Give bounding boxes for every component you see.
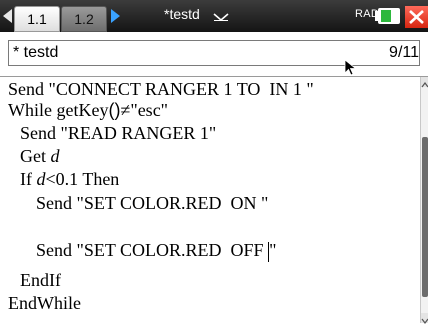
top-bar: 1.1 1.2 *testd RAD [0, 0, 428, 32]
program-title-field: * testd 9/11 [8, 40, 420, 66]
code-line-6[interactable]: Send "SET COLOR.RED ON " [36, 191, 268, 215]
line-position-indicator: 9/11 [389, 44, 419, 61]
program-name: * testd [13, 44, 59, 61]
document-menu-caret-icon[interactable] [213, 13, 229, 21]
code-line-9[interactable]: EndIf [20, 268, 61, 292]
mouse-pointer-icon [344, 59, 357, 76]
code-line-5[interactable]: If d<0.1 Then [20, 167, 119, 191]
code-line-2[interactable]: While getKey()≠"esc" [8, 98, 168, 122]
code-token: Get [20, 146, 51, 166]
tab-1-1[interactable]: 1.1 [14, 6, 60, 32]
close-button[interactable] [405, 6, 428, 28]
code-variable: d [50, 146, 60, 166]
code-token: <0.1 Then [45, 169, 120, 189]
scroll-down-arrow-icon[interactable] [421, 313, 428, 324]
tab-1-2[interactable]: 1.2 [61, 6, 107, 32]
battery-icon [375, 8, 400, 24]
program-editor[interactable]: Send "CONNECT RANGER 1 TO IN 1 " While g… [0, 77, 410, 323]
code-token: " [269, 240, 277, 260]
code-line-4[interactable]: Get d [20, 144, 60, 168]
code-line-3[interactable]: Send "READ RANGER 1" [20, 121, 216, 145]
code-token: Send "SET COLOR.RED OFF [36, 240, 269, 260]
code-token: ≠"esc" [120, 100, 169, 120]
scroll-up-arrow-icon[interactable] [421, 77, 428, 88]
document-title[interactable]: *testd [164, 6, 200, 22]
close-icon [409, 10, 424, 24]
code-variable: d [36, 169, 46, 189]
scrollbar-thumb[interactable] [422, 137, 428, 297]
code-line-8[interactable]: Send "SET COLOR.RED OFF " [36, 238, 276, 262]
previous-tab-arrow-icon[interactable] [3, 9, 12, 23]
editor-header: * testd 9/11 [0, 32, 428, 77]
code-line-10[interactable]: EndWhile [8, 291, 81, 315]
code-token: () [108, 100, 121, 120]
next-tab-arrow-icon[interactable] [111, 9, 120, 23]
code-token: While getKey [8, 100, 109, 120]
vertical-scrollbar[interactable] [420, 77, 428, 324]
code-token: If [20, 169, 37, 189]
